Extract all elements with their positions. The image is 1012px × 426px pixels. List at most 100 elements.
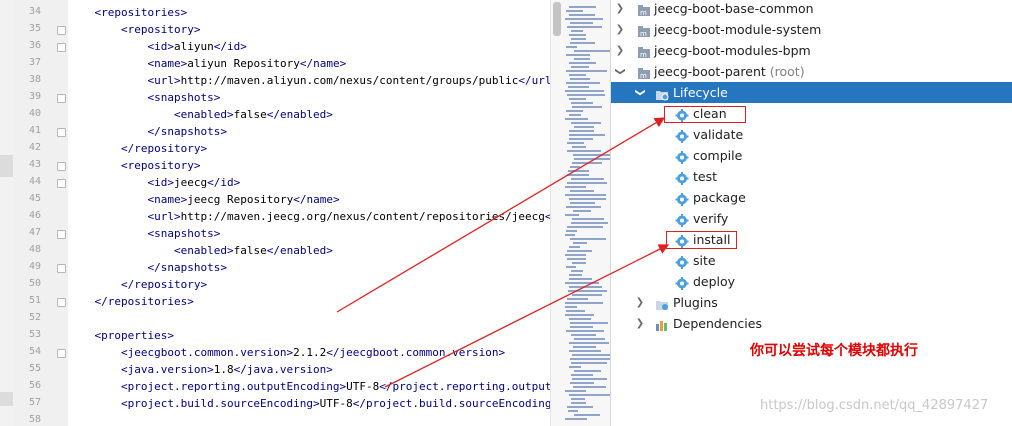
minimap-line xyxy=(573,386,606,388)
minimap-line xyxy=(565,118,588,120)
collapse-arrow-icon[interactable]: ❯ xyxy=(630,88,651,98)
expand-arrow-icon[interactable]: ❯ xyxy=(635,292,645,313)
minimap-line xyxy=(567,182,607,184)
minimap-line xyxy=(569,114,581,116)
lifecycle-phase-site[interactable]: site xyxy=(611,250,1012,271)
lifecycle-phase-validate[interactable]: validate xyxy=(611,124,1012,145)
lifecycle-phase-compile[interactable]: compile xyxy=(611,145,1012,166)
tree-item-module-system[interactable]: ❯ m jeecg-boot-module-system xyxy=(611,19,1012,40)
minimap-line xyxy=(565,90,604,92)
install-highlight-box xyxy=(666,231,737,249)
minimap-line xyxy=(567,150,601,152)
minimap-line xyxy=(573,210,591,212)
minimap-line xyxy=(569,14,595,16)
expand-arrow-icon[interactable]: ❯ xyxy=(615,40,625,61)
minimap-line xyxy=(565,282,599,284)
minimap-line xyxy=(572,262,586,264)
tree-item-module-parent[interactable]: ❯ m jeecg-boot-parent (root) xyxy=(611,61,1012,82)
fold-marker-icon[interactable] xyxy=(57,264,66,273)
collapse-arrow-icon[interactable]: ❯ xyxy=(610,67,631,77)
code-line: <repository> xyxy=(120,159,201,172)
tree-item-dependencies[interactable]: ❯ Dependencies xyxy=(611,313,1012,334)
fold-marker-icon[interactable] xyxy=(57,162,66,171)
expand-arrow-icon[interactable]: ❯ xyxy=(615,19,625,40)
minimap-line xyxy=(569,130,594,132)
minimap-line xyxy=(567,174,589,176)
phase-label: site xyxy=(693,253,716,268)
minimap-line xyxy=(569,62,596,64)
module-label: jeecg-boot-module-system xyxy=(654,22,822,37)
gear-icon xyxy=(675,254,689,269)
minimap-line xyxy=(571,362,607,364)
code-line: <snapshots> xyxy=(147,227,221,240)
minimap-line xyxy=(565,314,594,316)
code-line: <repository> xyxy=(120,23,201,36)
minimap-line xyxy=(569,134,605,136)
minimap-line xyxy=(566,82,600,84)
minimap-line xyxy=(570,382,594,384)
tree-item-module-base-common[interactable]: ❯ m jeecg-boot-base-common xyxy=(611,0,1012,19)
minimap-line xyxy=(574,370,601,372)
minimap-line xyxy=(565,418,587,420)
minimap-line xyxy=(574,158,610,160)
code-line: <repositories> xyxy=(94,6,188,19)
minimap-line xyxy=(565,186,586,188)
fold-marker-icon[interactable] xyxy=(57,43,66,52)
line-number: 38 xyxy=(28,74,41,85)
tree-item-module-bpm[interactable]: ❯ m jeecg-boot-modules-bpm xyxy=(611,40,1012,61)
fold-marker-icon[interactable] xyxy=(57,230,66,239)
phase-label: verify xyxy=(693,211,729,226)
code-line: <enabled>false</enabled> xyxy=(173,244,333,257)
minimap-line xyxy=(571,66,589,68)
minimap-line xyxy=(570,190,594,192)
minimap-line xyxy=(565,390,586,392)
fold-marker-icon[interactable] xyxy=(57,26,66,35)
fold-marker-icon[interactable] xyxy=(57,128,66,137)
tree-item-lifecycle[interactable]: ❯ Lifecycle xyxy=(611,82,1012,103)
minimap-line xyxy=(569,350,601,352)
minimap-line xyxy=(567,226,603,228)
minimap-line xyxy=(567,258,586,260)
minimap-line xyxy=(571,270,583,272)
minimap-line xyxy=(569,286,602,288)
fold-marker-icon[interactable] xyxy=(57,298,66,307)
minimap-line xyxy=(571,122,601,124)
fold-marker-icon[interactable] xyxy=(57,349,66,358)
minimap-line xyxy=(567,406,593,408)
code-area[interactable]: <repositories> <repository> <id>aliyun</… xyxy=(68,0,551,426)
minimap-line xyxy=(569,198,606,200)
minimap-line xyxy=(566,310,585,312)
lifecycle-phase-test[interactable]: test xyxy=(611,166,1012,187)
fold-marker-icon[interactable] xyxy=(57,94,66,103)
lifecycle-phase-package[interactable]: package xyxy=(611,187,1012,208)
lifecycle-phase-deploy[interactable]: deploy xyxy=(611,271,1012,292)
line-number: 42 xyxy=(28,142,41,153)
lifecycle-phase-verify[interactable]: verify xyxy=(611,208,1012,229)
expand-arrow-icon[interactable]: ❯ xyxy=(615,0,625,19)
scrollbar-thumb[interactable] xyxy=(553,2,561,36)
minimap-line xyxy=(574,50,610,52)
minimap-line xyxy=(571,398,585,400)
minimap-line xyxy=(571,102,593,104)
minimap-line xyxy=(569,274,582,276)
gear-icon xyxy=(675,128,689,143)
minimap-line xyxy=(570,322,608,324)
tree-item-plugins[interactable]: ❯ Plugins xyxy=(611,292,1012,313)
gear-icon xyxy=(675,275,689,290)
minimap-line xyxy=(569,98,586,100)
minimap-line xyxy=(565,254,586,256)
minimap-line xyxy=(568,290,607,292)
dependencies-icon xyxy=(655,317,669,331)
gear-icon xyxy=(675,149,689,164)
minimap-line xyxy=(574,338,605,340)
module-label: jeecg-boot-modules-bpm xyxy=(654,43,811,58)
fold-marker-icon[interactable] xyxy=(57,179,66,188)
minimap-line xyxy=(572,146,586,148)
line-number: 53 xyxy=(28,329,41,340)
code-editor[interactable]: 34 35 36 37 38 39 40 41 42 43 44 45 46 47 48 49 50 51 52 53… xyxy=(0,0,610,426)
minimap-line xyxy=(567,298,588,300)
minimap-line xyxy=(570,42,595,44)
expand-arrow-icon[interactable]: ❯ xyxy=(635,313,645,334)
editor-scrollbar[interactable] xyxy=(550,0,610,426)
line-number: 35 xyxy=(28,23,41,34)
